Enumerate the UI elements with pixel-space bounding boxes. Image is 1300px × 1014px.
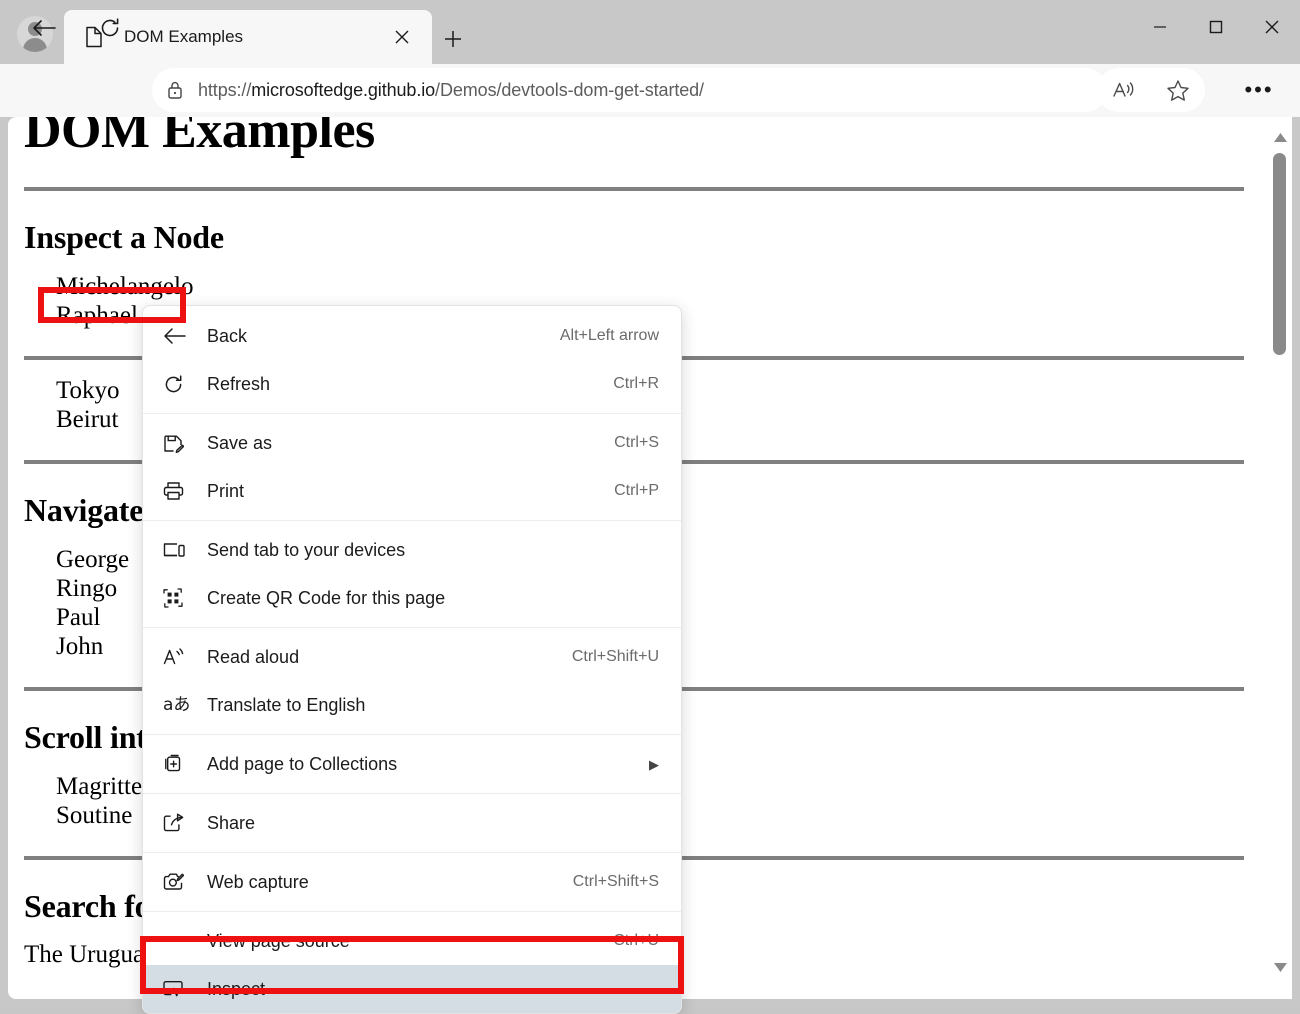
menu-item-accelerator: Ctrl+U: [613, 932, 659, 950]
menu-separator: [143, 793, 681, 794]
context-menu[interactable]: Back Alt+Left arrow Refresh Ctrl+R: [142, 305, 682, 1014]
menu-separator: [143, 911, 681, 912]
menu-separator: [143, 852, 681, 853]
menu-item-accelerator: Ctrl+S: [614, 434, 659, 452]
menu-item-label: Print: [195, 481, 596, 502]
menu-separator: [143, 413, 681, 414]
window-controls: [1132, 0, 1300, 54]
browser-window: DOM Examples: [0, 0, 1300, 1007]
read-aloud-icon: [163, 647, 195, 667]
page-title: DOM Examples: [24, 117, 1244, 161]
back-button[interactable]: [24, 8, 64, 48]
menu-item-accelerator: Ctrl+P: [614, 482, 659, 500]
minimize-button[interactable]: [1132, 0, 1188, 54]
share-icon: [163, 813, 195, 833]
menu-item-inspect[interactable]: Inspect: [143, 965, 681, 1013]
menu-item-accelerator: Alt+Left arrow: [560, 327, 659, 345]
url-host: microsoftedge.github.io: [251, 80, 435, 100]
section-heading-inspect: Inspect a Node: [24, 219, 1244, 256]
menu-item-label: Create QR Code for this page: [195, 588, 641, 609]
menu-separator: [143, 734, 681, 735]
menu-item-label: Translate to English: [195, 695, 641, 716]
web-capture-icon: [163, 872, 195, 892]
refresh-icon: [163, 374, 195, 395]
back-arrow-icon: [163, 326, 195, 346]
menu-item-label: Inspect: [195, 979, 641, 1000]
url-scheme: https://: [198, 80, 251, 100]
menu-item-label: Send tab to your devices: [195, 540, 641, 561]
read-aloud-icon[interactable]: [1104, 70, 1144, 110]
menu-item-label: Web capture: [195, 872, 555, 893]
menu-item-save-as[interactable]: Save as Ctrl+S: [143, 419, 681, 467]
menu-item-web-capture[interactable]: Web capture Ctrl+Shift+S: [143, 858, 681, 906]
menu-item-print[interactable]: Print Ctrl+P: [143, 467, 681, 515]
scroll-up-icon[interactable]: [1268, 125, 1292, 149]
tab-title: DOM Examples: [124, 27, 386, 47]
collections-icon: [163, 754, 195, 774]
url-path: /Demos/devtools-dom-get-started/: [435, 80, 704, 100]
lock-icon: [152, 80, 198, 100]
menu-item-create-qr[interactable]: Create QR Code for this page: [143, 574, 681, 622]
page-rule: [24, 187, 1244, 191]
menu-separator: [143, 520, 681, 521]
settings-and-more-button[interactable]: •••: [1238, 70, 1280, 110]
menu-item-label: Save as: [195, 433, 596, 454]
menu-item-add-to-collections[interactable]: Add page to Collections ▶: [143, 740, 681, 788]
inspect-icon: [163, 980, 195, 999]
menu-item-label: Refresh: [195, 374, 595, 395]
omnibox-actions: [1097, 68, 1205, 112]
new-tab-button[interactable]: [434, 20, 472, 58]
tab-close-icon[interactable]: [386, 21, 418, 53]
menu-item-accelerator: Ctrl+R: [613, 375, 659, 393]
menu-item-share[interactable]: Share: [143, 799, 681, 847]
menu-separator: [143, 627, 681, 628]
menu-item-refresh[interactable]: Refresh Ctrl+R: [143, 360, 681, 408]
menu-item-label: Read aloud: [195, 647, 554, 668]
tab-strip: DOM Examples: [0, 0, 1300, 64]
menu-item-label: View page source: [163, 931, 595, 952]
chevron-right-icon: ▶: [649, 758, 659, 771]
close-button[interactable]: [1244, 0, 1300, 54]
favorites-star-icon[interactable]: [1158, 70, 1198, 110]
menu-item-accelerator: Ctrl+Shift+U: [572, 648, 659, 666]
menu-item-read-aloud[interactable]: Read aloud Ctrl+Shift+U: [143, 633, 681, 681]
menu-item-back[interactable]: Back Alt+Left arrow: [143, 312, 681, 360]
maximize-button[interactable]: [1188, 0, 1244, 54]
translate-icon: aあ: [163, 697, 195, 714]
save-icon: [163, 433, 195, 454]
menu-item-label: Back: [195, 326, 542, 347]
page-scrollbar[interactable]: [1268, 117, 1292, 999]
qr-code-icon: [163, 588, 195, 608]
menu-item-view-page-source[interactable]: View page source Ctrl+U: [143, 917, 681, 965]
refresh-button[interactable]: [90, 8, 130, 48]
print-icon: [163, 481, 195, 501]
address-bar[interactable]: https://microsoftedge.github.io/Demos/de…: [152, 68, 1107, 112]
scrollbar-thumb[interactable]: [1273, 153, 1286, 355]
scroll-down-icon[interactable]: [1268, 955, 1292, 979]
menu-item-translate[interactable]: aあ Translate to English: [143, 681, 681, 729]
menu-item-accelerator: Ctrl+Shift+S: [573, 873, 659, 891]
devices-icon: [163, 542, 195, 559]
menu-item-send-tab[interactable]: Send tab to your devices: [143, 526, 681, 574]
menu-item-label: Add page to Collections: [195, 754, 635, 775]
url-text: https://microsoftedge.github.io/Demos/de…: [198, 80, 704, 101]
menu-item-label: Share: [195, 813, 641, 834]
list-item: Michelangelo: [56, 272, 1244, 301]
